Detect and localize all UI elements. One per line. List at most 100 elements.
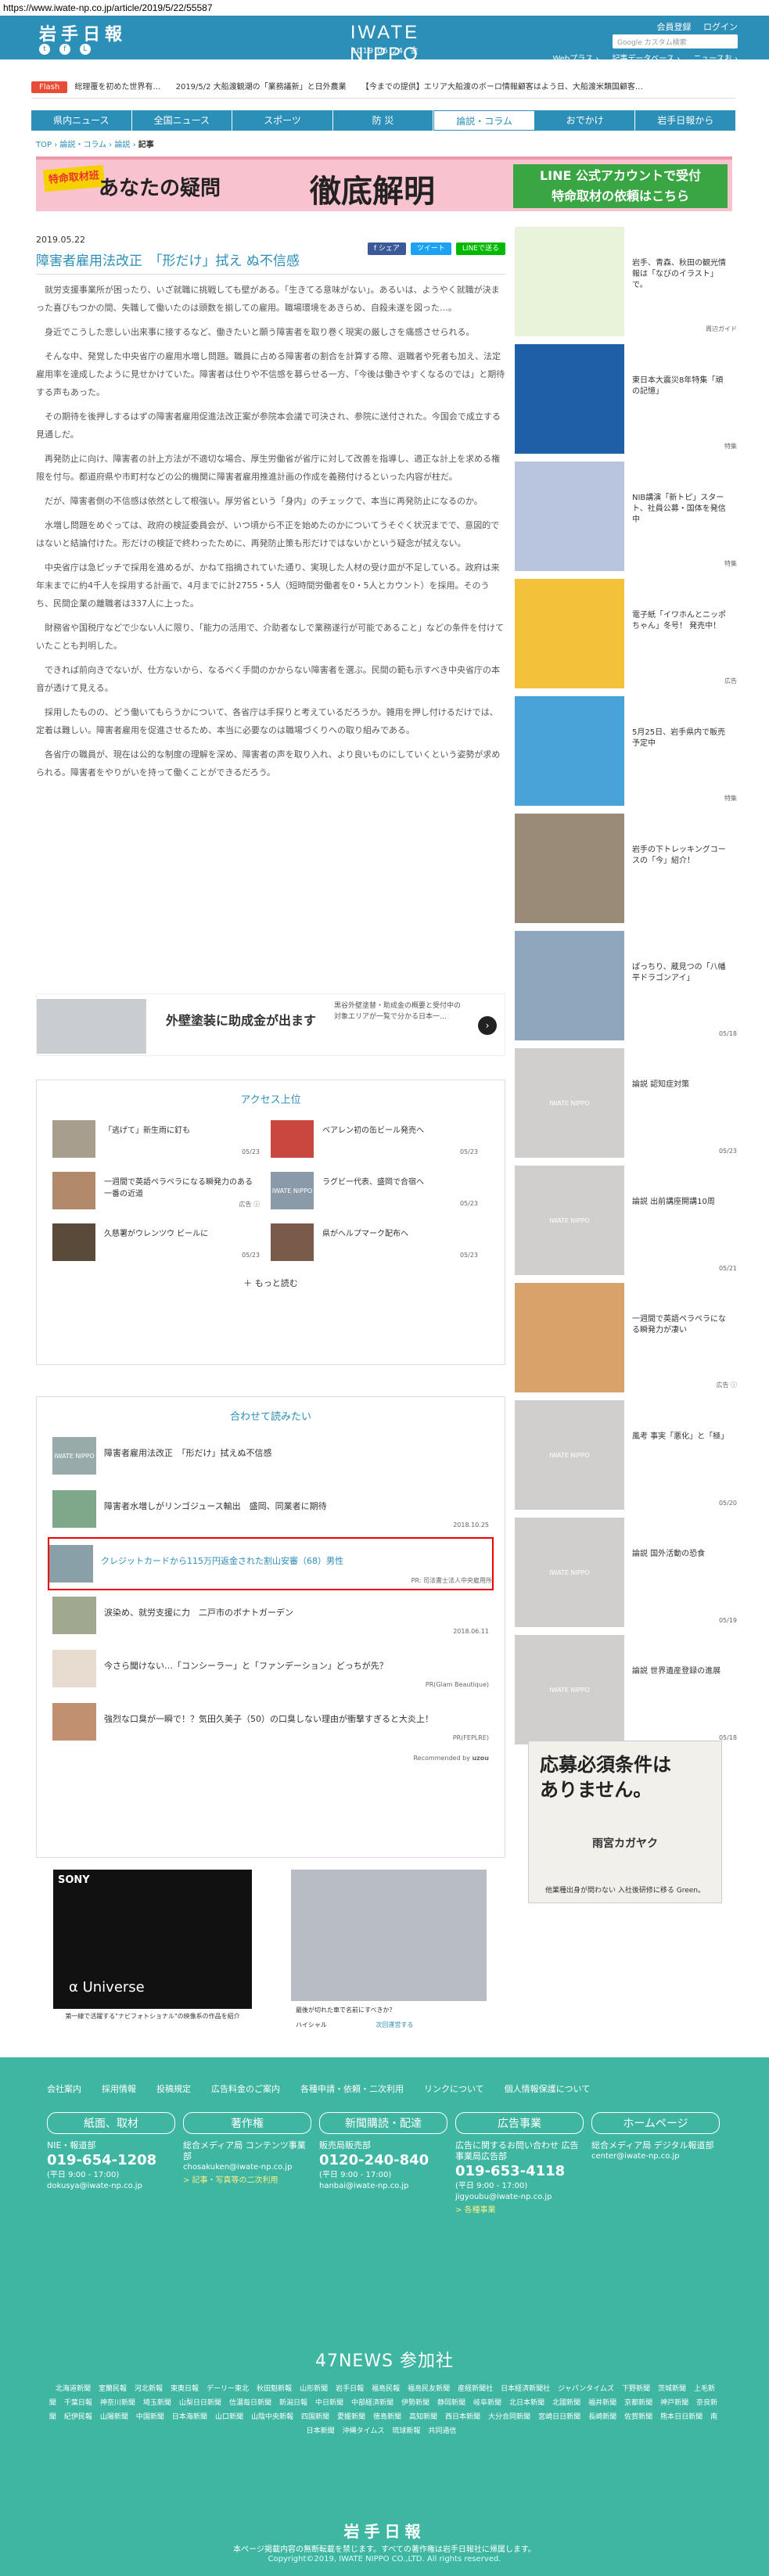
tweet-button[interactable]: ツイート <box>410 243 451 255</box>
partner-paper-link[interactable]: 北海道新聞 <box>56 2385 91 2393</box>
sidebar-item[interactable]: 一週間で英語ペラペラになる瞬発力が凄い 広告 ⓘ <box>515 1283 737 1392</box>
related-item[interactable]: 強烈な口臭が一瞬で！？気田久美子（50）の口臭しない理由が衝撃すぎると大炎上！ P… <box>52 1697 489 1750</box>
related-item[interactable]: IWATE NIPPO 障害者雇用法改正 「形だけ」拭えぬ不信感 <box>52 1431 489 1484</box>
car-ad[interactable]: 最後が切れた車で名前にすべきか？ ハイシャル 次回運営する <box>291 1870 487 2032</box>
partner-paper-link[interactable]: 琉球新報 <box>392 2427 420 2435</box>
sony-ad[interactable]: SONY α Universe 第一線で活躍する"ナビフォトショナル"の映像系の… <box>53 1870 252 2032</box>
ranking-item[interactable]: 「逃げて」新生雨に釘も 05/23 <box>52 1114 271 1166</box>
sidebar-item[interactable]: 電子紙「イワホんとニッポちゃん」冬号！ 発売中！ 広告 <box>515 579 737 688</box>
footer-link[interactable]: 広告料金のご案内 <box>211 2082 280 2095</box>
ranking-item[interactable]: 一週間で英語ペラペラになる瞬発力のある一番の近道 広告 ⓘ <box>52 1166 271 1217</box>
partner-paper-link[interactable]: 熊本日日新聞 <box>660 2413 703 2421</box>
sidebar-item[interactable]: 5月25日、岩手県内で販売予定中 特集 <box>515 696 737 806</box>
partner-paper-link[interactable]: 神奈川新聞 <box>100 2399 135 2407</box>
partner-paper-link[interactable]: 静岡新聞 <box>437 2399 465 2407</box>
partner-paper-link[interactable]: 日本海新聞 <box>172 2413 207 2421</box>
partner-paper-link[interactable]: 四国新聞 <box>301 2413 329 2421</box>
partner-paper-link[interactable]: 山口新聞 <box>215 2413 243 2421</box>
login-link[interactable]: ログイン <box>703 22 738 32</box>
related-item[interactable]: 今さら聞けない…「コンシーラー」と「ファンデーション」どっちが先？ PR(Glam… <box>52 1644 489 1697</box>
nav-editorial[interactable]: 論説・コラム <box>433 110 535 131</box>
sidebar-item[interactable]: 岩手の下トレッキングコースの「今」紹介！ <box>515 814 737 923</box>
ranking-item[interactable]: 県がヘルプマーク配布へ 05/23 <box>271 1217 489 1269</box>
partner-paper-link[interactable]: 神戸新聞 <box>660 2399 688 2407</box>
nav-local-news[interactable]: 県内ニュース <box>31 110 132 131</box>
mail-link[interactable]: chosakuken@iwate-np.co.jp <box>183 2162 311 2173</box>
ranking-item[interactable]: ベアレン初の缶ビール発売へ 05/23 <box>271 1114 489 1166</box>
reco-brand[interactable]: uzou <box>472 1755 489 1762</box>
phone-number[interactable]: 019-653-4118 <box>455 2162 584 2181</box>
partner-paper-link[interactable]: 福井新聞 <box>588 2399 616 2407</box>
partner-paper-link[interactable]: 大分合同新聞 <box>488 2413 530 2421</box>
line-share-button[interactable]: LINEで送る <box>455 243 505 255</box>
phone-number[interactable]: 0120-240-840 <box>319 2151 447 2170</box>
partner-paper-link[interactable]: 河北新報 <box>135 2385 163 2393</box>
nav-sports[interactable]: スポーツ <box>232 110 333 131</box>
partner-paper-link[interactable]: 東奥日報 <box>171 2385 199 2393</box>
partner-paper-link[interactable]: 山梨日日新聞 <box>179 2399 221 2407</box>
breadcrumb-ronsetsu[interactable]: 論説 <box>114 141 130 149</box>
inline-ad[interactable]: 外壁塗装に助成金が出ます 黒谷外壁塗替・助成金の概要と受付中の対象エリアが一覧で… <box>36 993 505 1056</box>
partner-paper-link[interactable]: 新潟日報 <box>279 2399 307 2407</box>
partner-paper-link[interactable]: 福島民友新聞 <box>408 2385 450 2393</box>
chevron-right-icon[interactable]: › <box>478 1016 497 1035</box>
contact-note[interactable]: > 記事・写真等の二次利用 <box>183 2173 311 2185</box>
partner-paper-link[interactable]: 佐賀新聞 <box>624 2413 652 2421</box>
sidebar-item[interactable]: 東日本大震災8年特集「頑の記憶」 特集 <box>515 344 737 454</box>
nav-outing[interactable]: おでかけ <box>535 110 636 131</box>
other-link[interactable]: ニュースお › <box>693 55 738 63</box>
flash-item[interactable]: 総理覆を初めた世界有… <box>74 83 160 92</box>
partner-paper-link[interactable]: 岐阜新聞 <box>473 2399 501 2407</box>
nav-disaster[interactable]: 防 災 <box>333 110 434 131</box>
partner-paper-link[interactable]: 秋田魁新報 <box>257 2385 292 2393</box>
line-icon[interactable]: L <box>79 44 91 55</box>
partner-paper-link[interactable]: 長崎新聞 <box>588 2413 616 2421</box>
mail-link[interactable]: dokusya@iwate-np.co.jp <box>47 2181 175 2192</box>
sidebar-item[interactable]: IWATE NIPPO 論説 認知症対策 05/23 <box>515 1048 737 1158</box>
footer-logo[interactable]: 岩手日報 <box>0 2519 769 2542</box>
sidebar-item[interactable]: NIB講演「新トピ」スタート、社員公募・国体を発信中 特集 <box>515 462 737 571</box>
flash-item[interactable]: 【今までの提供】エリア大船渡のボーロ情報顧客はよう日、大船渡米類国顧客… <box>361 83 643 92</box>
partner-paper-link[interactable]: 中日新聞 <box>315 2399 343 2407</box>
partner-paper-link[interactable]: 岩手日報 <box>336 2385 364 2393</box>
nav-from-iwate-nippo[interactable]: 岩手日報から <box>635 110 735 131</box>
footer-link[interactable]: 個人情報保護について <box>505 2082 591 2095</box>
partner-paper-link[interactable]: 山形新聞 <box>300 2385 328 2393</box>
partner-paper-link[interactable]: 山陽新聞 <box>100 2413 128 2421</box>
partner-paper-link[interactable]: 下野新聞 <box>622 2385 650 2393</box>
related-item[interactable]: 涙染め、就労支援に力 二戸市のボナトガーデン 2018.06.11 <box>52 1590 489 1644</box>
partner-paper-link[interactable]: 紀伊民報 <box>64 2413 92 2421</box>
partner-paper-link[interactable]: 西日本新聞 <box>445 2413 480 2421</box>
partner-paper-link[interactable]: 徳島新聞 <box>373 2413 401 2421</box>
partner-paper-link[interactable]: 北國新聞 <box>552 2399 580 2407</box>
partner-paper-link[interactable]: 共同通信 <box>428 2427 456 2435</box>
phone-number[interactable]: 019-654-1208 <box>47 2151 175 2170</box>
search-input[interactable]: Google カスタム検索 <box>613 34 738 49</box>
partner-paper-link[interactable]: 愛媛新聞 <box>337 2413 365 2421</box>
sidebar-item[interactable]: IWATE NIPPO 論説 世界遺産登録の進展 05/18 <box>515 1635 737 1744</box>
partner-paper-link[interactable]: 北日本新聞 <box>509 2399 544 2407</box>
ranking-item[interactable]: 久慈署がウレンツウ ビールに 05/23 <box>52 1217 271 1269</box>
breadcrumb-editorial[interactable]: 論説・コラム <box>59 141 106 149</box>
more-button[interactable]: ＋ もっと読む <box>37 1269 505 1300</box>
sidebar-item[interactable]: IWATE NIPPO 論説 出前講座開講10周 05/21 <box>515 1166 737 1275</box>
mail-link[interactable]: hanbai@iwate-np.co.jp <box>319 2181 447 2192</box>
mail-link[interactable]: center@iwate-np.co.jp <box>591 2151 720 2162</box>
nav-national-news[interactable]: 全国ニュース <box>132 110 233 131</box>
breadcrumb-top[interactable]: TOP <box>36 141 52 149</box>
partner-paper-link[interactable]: 福島民報 <box>372 2385 400 2393</box>
footer-link[interactable]: リンクについて <box>424 2082 484 2095</box>
partner-paper-link[interactable]: 埼玉新聞 <box>143 2399 171 2407</box>
database-link[interactable]: 記事データベース › <box>612 55 680 63</box>
partner-paper-link[interactable]: 中部経済新聞 <box>351 2399 393 2407</box>
sidebar-item[interactable]: IWATE NIPPO 風考 事実「悪化」と「極」 05/20 <box>515 1400 737 1510</box>
ranking-item[interactable]: IWATE NIPPO ラグビー代表、盛岡で合宿へ 05/23 <box>271 1166 489 1217</box>
twitter-icon[interactable]: t <box>39 44 50 55</box>
partner-paper-link[interactable]: 室蘭民報 <box>99 2385 127 2393</box>
partner-paper-link[interactable]: 伊勢新聞 <box>401 2399 429 2407</box>
partner-paper-link[interactable]: 日本経済新聞社 <box>501 2385 550 2393</box>
tokumei-banner[interactable]: 特命取材班 あなたの疑問 徹底解明 LINE 公式アカウントで受付 特命取材の依… <box>36 156 732 211</box>
register-link[interactable]: 会員登録 <box>657 22 692 32</box>
partner-paper-link[interactable]: 京都新聞 <box>624 2399 652 2407</box>
partner-paper-link[interactable]: ジャパンタイムズ <box>558 2385 614 2393</box>
